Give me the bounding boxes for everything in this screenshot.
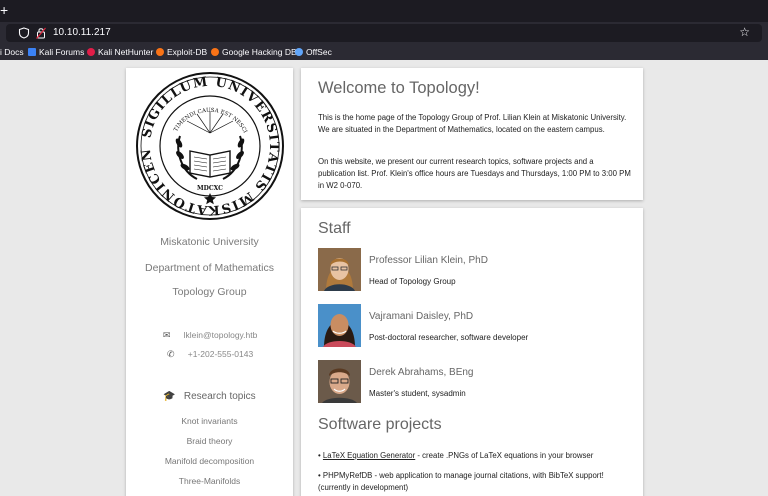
- url-text[interactable]: 10.10.11.217: [53, 26, 111, 40]
- staff-name: Vajramani Daisley, PhD: [369, 311, 474, 322]
- contact-email: ✉ lklein@topology.htb: [162, 330, 258, 340]
- staff-photo-avatar: [318, 304, 361, 347]
- staff-member: Derek Abrahams, BEng Master's student, s…: [318, 360, 638, 404]
- staff-role: Master's student, sysadmin: [369, 389, 466, 398]
- welcome-title: Welcome to Topology!: [318, 79, 480, 97]
- staff-photo-avatar: [318, 360, 361, 403]
- bookmark-google-hacking-db[interactable]: Google Hacking DB: [211, 45, 297, 59]
- group-name: Topology Group: [172, 286, 247, 298]
- staff-name: Derek Abrahams, BEng: [369, 367, 474, 378]
- graduation-cap-icon: 🎓: [163, 391, 176, 402]
- bookmark-docs[interactable]: i Docs: [0, 45, 24, 59]
- staff-name: Professor Lilian Klein, PhD: [369, 255, 488, 266]
- staff-member: Professor Lilian Klein, PhD Head of Topo…: [318, 248, 638, 292]
- staff-photo-avatar: [318, 248, 361, 291]
- software-projects-heading: Software projects: [318, 416, 442, 433]
- offsec-icon: [295, 48, 303, 56]
- bookmarks-bar: i Docs Kali Forums Kali NetHunter Exploi…: [0, 44, 768, 60]
- research-topic-item: Three-Manifolds: [178, 476, 241, 486]
- svg-text:MDCXC: MDCXC: [197, 185, 223, 192]
- staff-member: Vajramani Daisley, PhD Post-doctoral res…: [318, 304, 638, 348]
- research-topic-item: Knot invariants: [181, 416, 238, 426]
- welcome-paragraph-1: This is the home page of the Topology Gr…: [318, 113, 627, 134]
- staff-card: Staff Professor Lilian Klein, PhD Head o…: [301, 208, 643, 496]
- university-name: Miskatonic University: [160, 236, 259, 248]
- ghdb-icon: [211, 48, 219, 56]
- kali-icon: [28, 48, 36, 56]
- welcome-paragraph-2: On this website, we present our current …: [318, 157, 631, 190]
- staff-role: Post-doctoral researcher, software devel…: [369, 333, 529, 342]
- nethunter-icon: [87, 48, 95, 56]
- envelope-icon: ✉: [162, 330, 171, 340]
- bookmark-kali-nethunter[interactable]: Kali NetHunter: [87, 45, 153, 59]
- insecure-lock-icon[interactable]: [36, 27, 46, 39]
- page-content: SIGILLUM UNIVERSITATIS MISKATONICENSIS T…: [0, 60, 768, 496]
- shield-icon[interactable]: [18, 27, 30, 39]
- staff-role: Head of Topology Group: [369, 277, 456, 286]
- new-tab-button[interactable]: +: [0, 3, 8, 17]
- research-topics-heading: 🎓 Research topics: [163, 391, 256, 402]
- bookmark-kali-forums[interactable]: Kali Forums: [28, 45, 84, 59]
- navigation-bar: 10.10.11.217 ☆: [0, 22, 768, 44]
- tab-strip: +: [0, 0, 768, 22]
- staff-heading: Staff: [318, 220, 351, 237]
- software-project-item: • PHPMyRefDB - web application to manage…: [318, 471, 604, 492]
- research-topic-item: Braid theory: [186, 436, 233, 446]
- contact-phone: ✆ +1-202-555-0143: [166, 349, 254, 359]
- welcome-card: Welcome to Topology! This is the home pa…: [301, 68, 643, 200]
- phone-icon: ✆: [166, 349, 175, 359]
- bookmark-star-icon[interactable]: ☆: [739, 25, 750, 39]
- latex-equation-generator-link[interactable]: LaTeX Equation Generator: [323, 451, 415, 460]
- sidebar: SIGILLUM UNIVERSITATIS MISKATONICENSIS T…: [126, 68, 293, 496]
- bookmark-offsec[interactable]: OffSec: [295, 45, 332, 59]
- exploitdb-icon: [156, 48, 164, 56]
- url-bar[interactable]: 10.10.11.217 ☆: [6, 24, 762, 42]
- department-name: Department of Mathematics: [145, 262, 274, 274]
- university-seal-logo: SIGILLUM UNIVERSITATIS MISKATONICENSIS T…: [135, 71, 284, 220]
- bookmark-exploit-db[interactable]: Exploit-DB: [156, 45, 207, 59]
- research-topic-item: Manifold decomposition: [164, 456, 255, 466]
- software-project-item: • LaTeX Equation Generator - create .PNG…: [318, 451, 594, 460]
